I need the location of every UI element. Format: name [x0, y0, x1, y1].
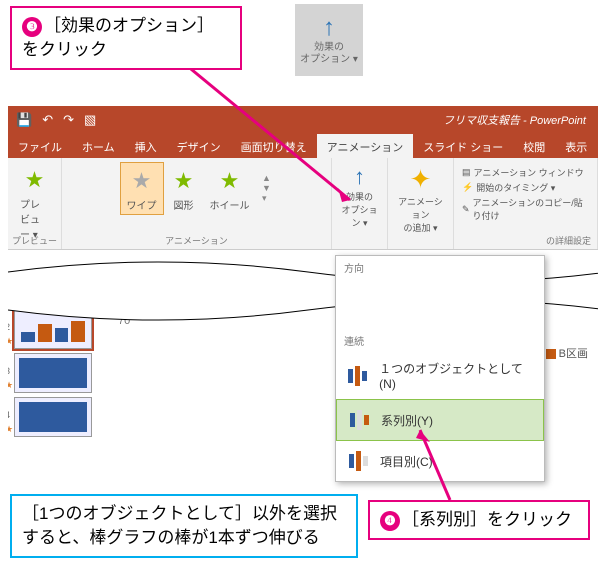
option-by-series[interactable]: 系列別(Y): [336, 399, 544, 441]
undo-icon[interactable]: ↶: [42, 112, 53, 128]
group-advanced: ▤アニメーション ウィンドウ ⚡開始のタイミング ▾ ✎アニメーションのコピー/…: [454, 158, 598, 249]
by-category-icon: [346, 449, 370, 473]
add-animation-button[interactable]: ✦ アニメーションの追加 ▾: [388, 158, 454, 249]
group-label-preview: プレビュー: [8, 234, 61, 247]
wipe-label: ワイプ: [127, 197, 157, 212]
option-by-category[interactable]: 項目別(C): [336, 441, 544, 481]
legend-b: B区画: [546, 345, 588, 361]
trigger-button[interactable]: ⚡開始のタイミング ▾: [462, 181, 589, 194]
animation-pane-button[interactable]: ▤アニメーション ウィンドウ: [462, 166, 589, 179]
start-slideshow-icon[interactable]: ▧: [84, 112, 96, 128]
option-label: １つのオブジェクトとして(N): [379, 360, 534, 391]
animation-shape[interactable]: ★ 図形: [168, 162, 200, 215]
option-as-one-object[interactable]: １つのオブジェクトとして(N): [336, 352, 544, 399]
group-label-advanced: の詳細設定: [454, 234, 597, 247]
wheel-label: ホイール: [210, 197, 250, 212]
dropdown-header-direction: 方向: [336, 256, 544, 279]
tab-transitions[interactable]: 画面切り替え: [231, 134, 317, 158]
animation-wipe[interactable]: ★ ワイプ: [120, 162, 164, 215]
ribbon-body: ★ プレビュー ▾ プレビュー ★ ワイプ ★ 図形 ★ ホイール ▲▼▾: [8, 158, 598, 250]
slide-thumb-4[interactable]: 4★: [14, 397, 92, 437]
ribbon-tabs: ファイル ホーム 挿入 デザイン 画面切り替え アニメーション スライド ショー…: [8, 134, 598, 158]
callout-step4-text: ❹［系列別］をクリック: [380, 510, 572, 529]
chart-gridline-label: 70: [118, 315, 130, 327]
save-icon[interactable]: 💾: [16, 112, 32, 128]
callout-tip: ［1つのオブジェクトとして］以外を選択すると、棒グラフの棒が1本ずつ伸びる: [10, 494, 358, 558]
effect-options-dropdown: 方向 連続 １つのオブジェクトとして(N) 系列別(Y) 項目別(C): [335, 255, 545, 482]
step3-badge: ❸: [22, 17, 42, 37]
star-icon: ★: [220, 165, 240, 197]
tab-design[interactable]: デザイン: [167, 134, 231, 158]
arrow-up-icon: ↑: [354, 164, 365, 190]
shape-label: 図形: [174, 197, 194, 212]
powerpoint-window: 💾 ↶ ↷ ▧ フリマ収支報告 - PowerPoint ファイル ホーム 挿入…: [8, 106, 598, 250]
tip-text: ［1つのオブジェクトとして］以外を選択すると、棒グラフの棒が1本ずつ伸びる: [22, 502, 346, 550]
option-label: 項目別(C): [380, 453, 433, 470]
titlebar: 💾 ↶ ↷ ▧ フリマ収支報告 - PowerPoint: [8, 106, 598, 134]
one-object-icon: [346, 364, 369, 388]
tab-slideshow[interactable]: スライド ショー: [413, 134, 513, 158]
effect-options-button-isolated[interactable]: ↑ 効果のオプション ▾: [295, 4, 363, 76]
tab-view[interactable]: 表示: [555, 134, 597, 158]
trigger-icon: ⚡: [462, 182, 473, 193]
tab-review[interactable]: 校閲: [513, 134, 555, 158]
add-star-icon: ✦: [410, 164, 432, 195]
painter-icon: ✎: [462, 204, 470, 215]
tab-file[interactable]: ファイル: [8, 134, 72, 158]
tab-home[interactable]: ホーム: [72, 134, 125, 158]
callout-step3-text: ❸［効果のオプション］をクリック: [22, 16, 214, 59]
group-label-animation: アニメーション: [62, 234, 331, 247]
group-preview: ★ プレビュー ▾ プレビュー: [8, 158, 62, 249]
preview-button[interactable]: ★ プレビュー ▾: [14, 162, 55, 243]
effect-options-label: 効果のオプション ▾: [300, 42, 358, 66]
arrow-up-icon: ↑: [323, 14, 335, 42]
callout-step4: ❹［系列別］をクリック: [368, 500, 590, 540]
slide-thumbnails: 2★ 3★ 4★: [8, 305, 98, 441]
redo-icon[interactable]: ↷: [63, 112, 74, 128]
window-title: フリマ収支報告 - PowerPoint: [443, 112, 586, 128]
callout-step3: ❸［効果のオプション］をクリック: [10, 6, 242, 70]
animation-wheel[interactable]: ★ ホイール: [204, 162, 256, 215]
effect-options-button[interactable]: ↑ 効果のオプション ▾: [332, 158, 388, 249]
quick-access-toolbar: 💾 ↶ ↷ ▧: [8, 112, 96, 128]
step4-badge: ❹: [380, 511, 400, 531]
by-series-icon: [347, 408, 371, 432]
option-label: 系列別(Y): [381, 412, 433, 429]
gallery-more[interactable]: ▲▼▾: [260, 162, 274, 215]
pane-icon: ▤: [462, 167, 471, 178]
add-animation-label: アニメーションの追加 ▾: [394, 195, 447, 234]
tab-animations[interactable]: アニメーション: [317, 134, 414, 158]
tab-insert[interactable]: 挿入: [125, 134, 167, 158]
group-animation: ★ ワイプ ★ 図形 ★ ホイール ▲▼▾ アニメーション: [62, 158, 332, 249]
slide-thumb-2[interactable]: 2★: [14, 309, 92, 349]
star-icon: ★: [132, 165, 152, 197]
preview-star-icon: ★: [25, 164, 45, 196]
effect-options-label: 効果のオプション ▾: [338, 190, 381, 229]
star-icon: ★: [174, 165, 194, 197]
slide-thumb-3[interactable]: 3★: [14, 353, 92, 393]
dropdown-header-sequence: 連続: [336, 329, 544, 352]
animation-painter-button[interactable]: ✎アニメーションのコピー/貼り付け: [462, 196, 589, 222]
